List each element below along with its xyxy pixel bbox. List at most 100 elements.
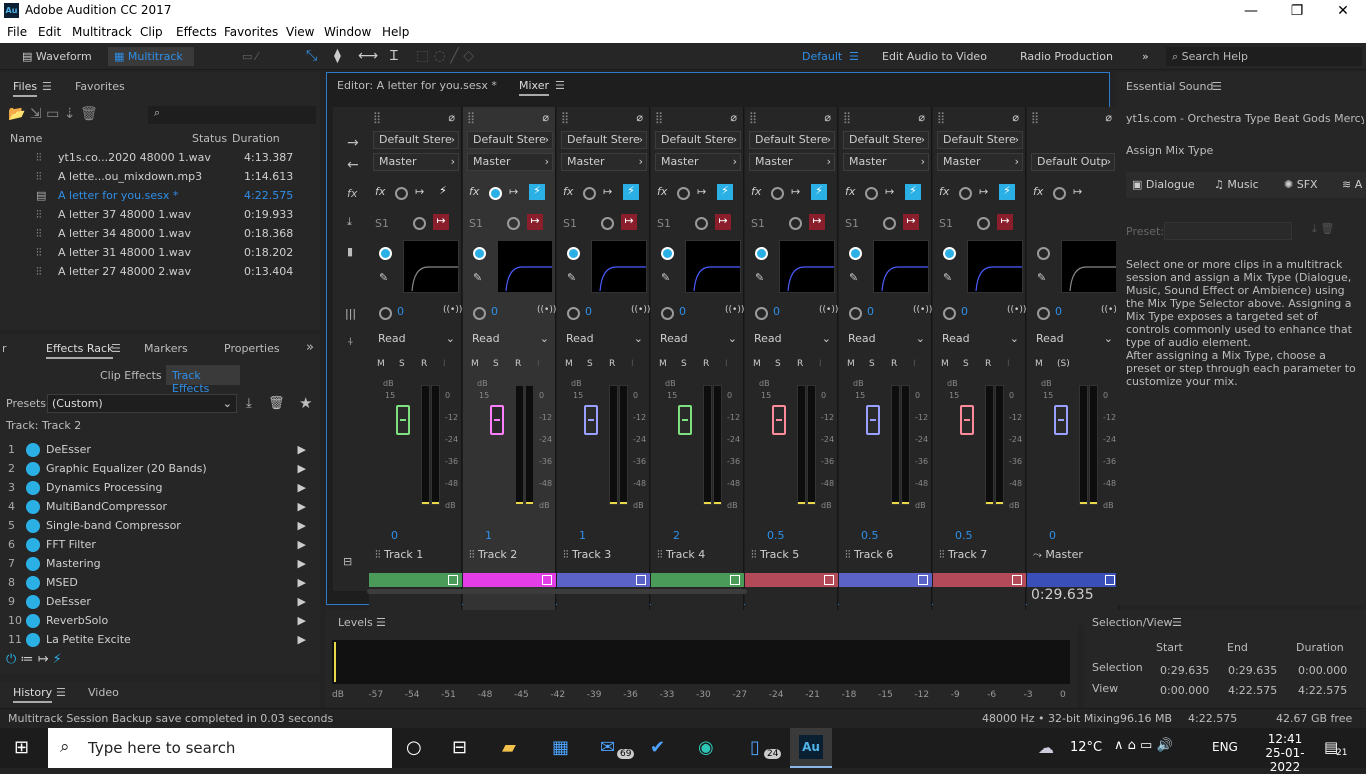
fx-icon[interactable]: fx bbox=[375, 185, 385, 198]
effect-slot[interactable]: 1 DeEsser ▶ bbox=[8, 440, 306, 459]
output-selector[interactable]: Master › bbox=[937, 153, 1023, 171]
volume-fader[interactable] bbox=[396, 405, 410, 435]
track-button-M[interactable]: M bbox=[565, 359, 573, 369]
track-color-swatch[interactable] bbox=[1012, 575, 1022, 585]
mixer-channel-strip[interactable]: ⣿ ⌀ Default Outp › fx ↦ ✎ 0 ((•)) Read ⌄ M (S) dB 15 0-… bbox=[1027, 107, 1120, 625]
tab-effects-rack[interactable]: Effects Rack bbox=[46, 342, 114, 359]
lightning-icon[interactable]: ⚡ bbox=[717, 184, 733, 200]
eq-graph[interactable] bbox=[685, 240, 741, 293]
play-arrow-icon[interactable]: ▶ bbox=[298, 592, 306, 611]
phase-icon[interactable]: ⌀ bbox=[918, 111, 925, 124]
input-selector[interactable]: Default Stere › bbox=[467, 131, 553, 149]
power-icon[interactable] bbox=[26, 443, 40, 457]
automation-icon[interactable]: ⍭ bbox=[347, 335, 354, 349]
stereo-icon[interactable]: ((•)) bbox=[725, 305, 744, 315]
menu-view[interactable]: View bbox=[286, 25, 314, 39]
grip-icon[interactable]: ⣿ bbox=[467, 111, 475, 124]
automation-mode-dropdown[interactable]: Read ⌄ bbox=[655, 331, 741, 349]
track-name[interactable]: ⫶⫶ Track 7 bbox=[939, 548, 987, 562]
new-file-icon[interactable]: ▭ bbox=[46, 106, 59, 122]
output-selector[interactable]: Master › bbox=[467, 153, 553, 171]
eq-graph[interactable] bbox=[873, 240, 929, 293]
pencil-icon[interactable]: ✎ bbox=[849, 271, 858, 284]
pencil-icon[interactable]: ✎ bbox=[943, 271, 952, 284]
history-menu-icon[interactable]: ☰ bbox=[56, 686, 66, 699]
pan-knob[interactable] bbox=[379, 307, 392, 320]
eq-power-icon[interactable] bbox=[943, 247, 956, 260]
mix-type-ambience[interactable]: ≋ A bbox=[1342, 178, 1362, 191]
presets-dropdown[interactable]: (Custom) ⌄ bbox=[47, 394, 237, 413]
track-button-R[interactable]: R bbox=[891, 359, 897, 369]
effect-slot[interactable]: 8 MSED ▶ bbox=[8, 573, 306, 592]
phone-icon[interactable]: ▯ bbox=[750, 737, 760, 758]
effect-slot[interactable]: 2 Graphic Equalizer (20 Bands) ▶ bbox=[8, 459, 306, 478]
track-button-S[interactable]: S bbox=[587, 359, 593, 369]
pre-fader-icon[interactable]: ↦ bbox=[1073, 185, 1082, 198]
send-power-icon[interactable] bbox=[695, 217, 708, 230]
track-name[interactable]: ⫶⫶ Track 1 bbox=[375, 548, 423, 562]
power-icon[interactable] bbox=[26, 481, 40, 495]
track-button-M[interactable]: M bbox=[471, 359, 479, 369]
track-button-S[interactable]: S bbox=[493, 359, 499, 369]
open-file-icon[interactable]: 📂 bbox=[8, 106, 25, 122]
play-arrow-icon[interactable]: ▶ bbox=[298, 535, 306, 554]
levels-menu-icon[interactable]: ☰ bbox=[376, 616, 386, 629]
fx-icon[interactable]: fx bbox=[1033, 185, 1043, 198]
volume-fader[interactable] bbox=[490, 405, 504, 435]
send-prepost-icon[interactable]: ↦ bbox=[433, 214, 449, 230]
effect-slot[interactable]: 5 Single-band Compressor ▶ bbox=[8, 516, 306, 535]
track-button-I[interactable]: I bbox=[631, 359, 634, 369]
eq-graph[interactable] bbox=[967, 240, 1023, 293]
import-file-icon[interactable]: ⇲ bbox=[30, 106, 42, 122]
pan-value[interactable]: 0 bbox=[773, 305, 780, 318]
lightning-icon[interactable]: ⚡ bbox=[905, 184, 921, 200]
volume-value[interactable]: 0.5 bbox=[861, 529, 879, 542]
pre-fader-icon[interactable]: ↦ bbox=[603, 185, 612, 198]
send-prepost-icon[interactable]: ↦ bbox=[903, 214, 919, 230]
menu-window[interactable]: Window bbox=[324, 25, 371, 39]
eq-power-icon[interactable] bbox=[379, 247, 392, 260]
column-name[interactable]: Name bbox=[10, 132, 42, 145]
track-name[interactable]: ⤳ Master bbox=[1033, 548, 1083, 562]
eq-graph[interactable] bbox=[779, 240, 835, 293]
time-selection-icon[interactable]: Ɪ bbox=[390, 47, 398, 66]
play-arrow-icon[interactable]: ▶ bbox=[298, 611, 306, 630]
phase-icon[interactable]: ⌀ bbox=[1012, 111, 1019, 124]
track-button-M[interactable]: M bbox=[847, 359, 855, 369]
input-selector[interactable]: Default Stere › bbox=[655, 131, 741, 149]
tab-track-effects[interactable]: Track Effects bbox=[166, 365, 240, 395]
files-search-input[interactable]: ⌕ bbox=[148, 106, 316, 124]
search-help-field[interactable]: ⌕ Search Help bbox=[1166, 47, 1362, 66]
track-color-bar[interactable] bbox=[557, 573, 650, 587]
mix-type-music[interactable]: ♫ Music bbox=[1214, 178, 1259, 191]
pan-knob[interactable] bbox=[943, 307, 956, 320]
eq-icon[interactable]: ▮ bbox=[347, 245, 353, 258]
power-icon[interactable] bbox=[26, 633, 40, 647]
slip-tool-icon[interactable]: ⟷ bbox=[358, 47, 378, 66]
lightning-icon[interactable]: ⚡ bbox=[811, 184, 827, 200]
pencil-icon[interactable]: ✎ bbox=[1037, 271, 1046, 284]
stereo-icon[interactable]: ((•)) bbox=[631, 305, 650, 315]
pre-fader-icon[interactable]: ↦ bbox=[697, 185, 706, 198]
favorite-star-icon[interactable]: ★ bbox=[299, 394, 312, 412]
tab-files[interactable]: Files bbox=[13, 80, 38, 97]
eq-power-icon[interactable] bbox=[755, 247, 768, 260]
phase-icon[interactable]: ⌀ bbox=[730, 111, 737, 124]
selection-view-menu-icon[interactable]: ☰ bbox=[1172, 616, 1182, 629]
track-button-I[interactable]: I bbox=[725, 359, 728, 369]
track-button-S[interactable]: S bbox=[869, 359, 875, 369]
volume-fader[interactable] bbox=[1054, 405, 1068, 435]
mixer-channel-strip[interactable]: ⣿ ⌀ Default Stere › Master › fx ↦ ⚡ S1 ↦ ✎ 0 ((•)) Rea… bbox=[369, 107, 462, 625]
stereo-icon[interactable]: ((•)) bbox=[443, 305, 462, 315]
track-name[interactable]: ⫶⫶ Track 5 bbox=[751, 548, 799, 562]
power-icon[interactable] bbox=[26, 538, 40, 552]
track-button-I[interactable]: I bbox=[819, 359, 822, 369]
volume-value[interactable]: 2 bbox=[673, 529, 680, 542]
send-power-icon[interactable] bbox=[601, 217, 614, 230]
file-row[interactable]: ⫶⫶ yt1s.co...2020 48000 1.wav 4:13.387 bbox=[8, 148, 308, 167]
view-duration[interactable]: 4:22.575 bbox=[1298, 684, 1347, 697]
lightning-icon[interactable]: ⚡ bbox=[623, 184, 639, 200]
play-arrow-icon[interactable]: ▶ bbox=[298, 554, 306, 573]
grip-icon[interactable]: ⣿ bbox=[1031, 111, 1039, 124]
track-button-I[interactable]: I bbox=[1007, 359, 1010, 369]
